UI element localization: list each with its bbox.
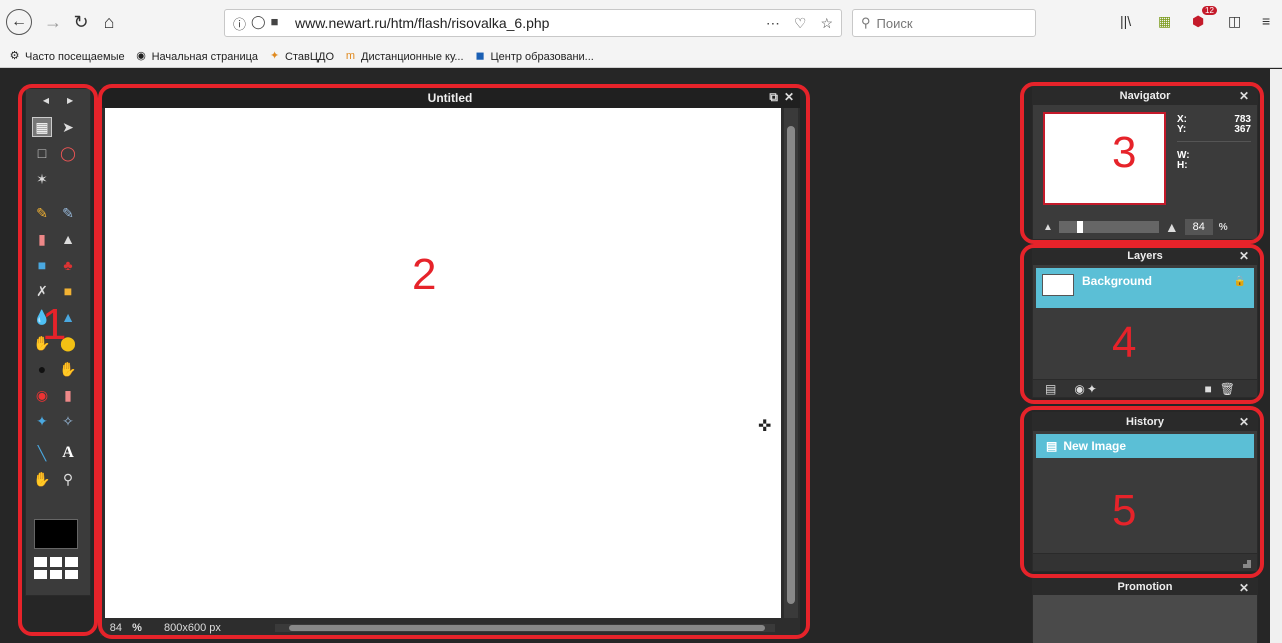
info-icon[interactable]: ⓘ — [233, 14, 246, 33]
pocket-icon[interactable]: ♡ — [794, 15, 807, 32]
search-input[interactable]: ⚲ Поиск — [852, 9, 1036, 37]
shield-icon: ◼ — [475, 50, 485, 62]
star-icon: ✦ — [269, 50, 280, 62]
close-icon[interactable]: ✕ — [1239, 581, 1249, 595]
bookmarks-bar: ⚙ Часто посещаемые ◉ Начальная страница ✦ С… — [0, 46, 1282, 68]
annotation-frame-1 — [18, 84, 98, 636]
bookmark-item[interactable]: ⚙ Часто посещаемые — [8, 50, 125, 63]
annotation-number-1: 1 — [42, 300, 67, 349]
annotation-frame-4 — [1020, 244, 1264, 404]
tracking-shield-icon[interactable]: ◯ — [251, 14, 266, 33]
panel-title: Promotion — [1117, 581, 1173, 593]
search-icon: ⚲ — [861, 15, 871, 30]
annotation-number-4: 4 — [1112, 318, 1137, 367]
search-placeholder: Поиск — [876, 15, 913, 31]
annotation-frame-5 — [1020, 406, 1264, 578]
library-icon[interactable]: ||\ — [1120, 13, 1131, 29]
promotion-body — [1033, 595, 1257, 643]
globe-icon: ◉ — [136, 50, 146, 62]
camera-icon[interactable]: ■ — [271, 14, 279, 33]
annotation-frame-2 — [98, 84, 810, 639]
annotation-frame-3 — [1020, 82, 1264, 244]
url-text[interactable]: www.newart.ru/htm/flash/risovalka_6.php — [295, 15, 766, 31]
extension-grid-icon[interactable]: ▦ — [1158, 13, 1171, 30]
gear-icon: ⚙ — [9, 50, 20, 62]
moodle-icon: m — [345, 50, 356, 62]
bookmark-item[interactable]: ✦ СтавЦДО — [268, 50, 334, 63]
home-icon[interactable]: ⌂ — [96, 9, 122, 35]
address-bar[interactable]: ⓘ ◯ ■ www.newart.ru/htm/flash/risovalka_… — [224, 9, 842, 37]
adblock-badge: 12 — [1202, 6, 1217, 15]
reload-icon[interactable]: ↻ — [68, 9, 94, 35]
more-icon[interactable]: ⋯ — [766, 15, 780, 32]
annotation-number-2: 2 — [412, 250, 437, 299]
forward-arrow-icon[interactable]: → — [40, 9, 66, 35]
page-scrollbar[interactable] — [1270, 69, 1282, 643]
browser-toolbar: ← → ↻ ⌂ ⓘ ◯ ■ www.newart.ru/htm/flash/ri… — [0, 0, 1282, 46]
adblock-icon[interactable]: ⬢ — [1192, 13, 1204, 30]
bookmark-item[interactable]: ◼ Центр образовани... — [474, 50, 593, 63]
bookmark-item[interactable]: m Дистанционные ку... — [344, 50, 464, 63]
bookmark-star-icon[interactable]: ☆ — [820, 15, 833, 32]
annotation-number-3: 3 — [1112, 128, 1137, 177]
bookmark-item[interactable]: ◉ Начальная страница — [135, 50, 258, 63]
annotation-number-5: 5 — [1112, 486, 1137, 535]
promotion-panel: Promotion ✕ — [1032, 578, 1258, 643]
menu-icon[interactable]: ≡ — [1262, 13, 1270, 29]
sidebar-icon[interactable]: ◫ — [1228, 13, 1241, 30]
back-arrow-icon[interactable]: ← — [6, 9, 32, 35]
